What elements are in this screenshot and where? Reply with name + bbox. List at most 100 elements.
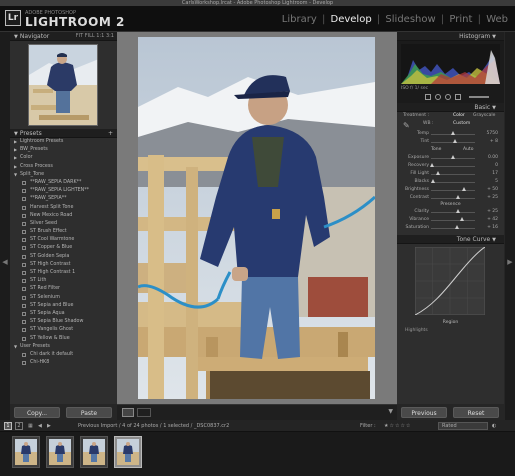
preset-item[interactable]: ST Copper & Blue bbox=[10, 244, 117, 252]
preset-folder[interactable]: ▶ Cross Process bbox=[10, 163, 117, 171]
preset-item[interactable]: ST High Contrast bbox=[10, 261, 117, 269]
vibrance-slider[interactable] bbox=[431, 220, 475, 221]
clarity-slider-handle[interactable] bbox=[456, 209, 461, 213]
preset-item[interactable]: ST Brush Effect bbox=[10, 228, 117, 236]
tone-curve-graph[interactable] bbox=[415, 247, 485, 315]
blacks-slider-handle[interactable] bbox=[431, 179, 436, 183]
toolbar-menu-chevron-icon[interactable]: ▼ bbox=[388, 408, 393, 415]
preset-item[interactable]: ST Cool Warmtone bbox=[10, 236, 117, 244]
exposure-value[interactable]: 0.00 bbox=[482, 154, 498, 162]
filmstrip-thumbnail[interactable] bbox=[114, 436, 142, 468]
preset-folder[interactable]: ▶ BW_Presets bbox=[10, 146, 117, 154]
navigator-header[interactable]: ▼ Navigator FIT FILL 1:1 3:1 bbox=[10, 32, 117, 41]
contrast-slider[interactable] bbox=[431, 198, 475, 199]
preset-item[interactable]: ST Red Filter bbox=[10, 285, 117, 293]
module-print[interactable]: Print bbox=[448, 14, 473, 25]
brightness-slider-handle[interactable] bbox=[462, 187, 466, 191]
temp-value[interactable]: 5750 bbox=[482, 130, 498, 138]
previous-button[interactable]: Previous bbox=[401, 407, 447, 418]
loupe-view-icon[interactable] bbox=[122, 408, 134, 417]
filter-switch-icon[interactable]: ◐ bbox=[492, 420, 496, 432]
eyedropper-icon[interactable]: ✎ bbox=[403, 122, 410, 130]
tint-slider-handle[interactable] bbox=[453, 139, 458, 143]
preset-item[interactable]: ST Sepia and Blue bbox=[10, 302, 117, 310]
filmstrip-source[interactable]: Previous Import / 4 of 24 photos / 1 sel… bbox=[78, 420, 229, 432]
fill-light-value[interactable]: 17 bbox=[482, 170, 498, 178]
graduated-filter-icon[interactable] bbox=[455, 94, 461, 100]
treatment-grayscale[interactable]: Grayscale bbox=[473, 112, 495, 120]
tint-value[interactable]: + 8 bbox=[482, 138, 498, 146]
preset-folder[interactable]: ▶ Color bbox=[10, 154, 117, 162]
module-web[interactable]: Web bbox=[485, 14, 509, 25]
saturation-slider[interactable] bbox=[431, 228, 475, 229]
vibrance-slider-handle[interactable] bbox=[460, 217, 465, 221]
preset-item[interactable]: **RAW_SEPIA DARK** bbox=[10, 179, 117, 187]
preset-item[interactable]: New Mexico Road bbox=[10, 212, 117, 220]
preset-item[interactable]: ST Sepia Blue Shadow bbox=[10, 318, 117, 326]
preset-folder[interactable]: ▼ Split_Tone bbox=[10, 171, 117, 179]
brightness-slider[interactable] bbox=[431, 190, 475, 191]
saturation-value[interactable]: + 16 bbox=[482, 224, 498, 232]
back-arrow-icon[interactable]: ◀ bbox=[38, 420, 42, 432]
copy-button[interactable]: Copy... bbox=[14, 407, 60, 418]
rating-filter-stars-icon[interactable]: ★☆☆☆☆ bbox=[384, 420, 411, 432]
recovery-value[interactable]: 0 bbox=[482, 162, 498, 170]
preset-item[interactable]: Chi-HK8 bbox=[10, 359, 117, 367]
grid-view-icon[interactable]: ▦ bbox=[28, 420, 33, 432]
filmstrip-thumbnail[interactable] bbox=[12, 436, 40, 468]
preset-item[interactable]: ST High Contrast 1 bbox=[10, 269, 117, 277]
module-library[interactable]: Library bbox=[281, 14, 318, 25]
treatment-color[interactable]: Color bbox=[453, 112, 465, 120]
module-develop[interactable]: Develop bbox=[330, 14, 373, 25]
filmstrip-thumbnail[interactable] bbox=[46, 436, 74, 468]
preset-item[interactable]: Harvest Split Tone bbox=[10, 204, 117, 212]
page-1-button[interactable]: 1 bbox=[4, 422, 12, 430]
auto-tone-button[interactable]: Auto bbox=[463, 146, 473, 154]
adjustment-brush-icon[interactable] bbox=[469, 96, 489, 98]
paste-button[interactable]: Paste bbox=[66, 407, 112, 418]
temp-slider-handle[interactable] bbox=[451, 131, 455, 135]
recovery-slider[interactable] bbox=[431, 166, 475, 167]
fill-light-slider-handle[interactable] bbox=[436, 171, 441, 175]
navigator-zoom-options[interactable]: FIT FILL 1:1 3:1 bbox=[76, 32, 114, 41]
recovery-slider-handle[interactable] bbox=[429, 163, 434, 167]
blacks-slider[interactable] bbox=[431, 182, 475, 183]
preset-item[interactable]: ST Yellow & Blue bbox=[10, 335, 117, 343]
wb-dropdown[interactable]: Custom bbox=[453, 120, 470, 128]
basic-header[interactable]: Basic ▼ bbox=[397, 103, 504, 112]
clarity-value[interactable]: + 25 bbox=[482, 208, 498, 216]
navigator-preview[interactable] bbox=[28, 44, 98, 126]
tone-curve-header[interactable]: Tone Curve ▼ bbox=[397, 235, 504, 244]
rated-dropdown[interactable]: Rated bbox=[438, 422, 488, 430]
preset-item[interactable]: ST Golden Sepia bbox=[10, 253, 117, 261]
presets-header[interactable]: ▼ Presets + bbox=[10, 129, 117, 138]
forward-arrow-icon[interactable]: ▶ bbox=[47, 420, 51, 432]
add-preset-icon[interactable]: + bbox=[108, 129, 113, 138]
contrast-slider-handle[interactable] bbox=[456, 195, 461, 199]
brightness-value[interactable]: + 50 bbox=[482, 186, 498, 194]
preset-item[interactable]: ST Selenium bbox=[10, 294, 117, 302]
preset-item[interactable]: **RAW_SEPIA** bbox=[10, 195, 117, 203]
exposure-slider-handle[interactable] bbox=[451, 155, 455, 159]
preset-item[interactable]: ST Lith bbox=[10, 277, 117, 285]
reset-button[interactable]: Reset bbox=[453, 407, 499, 418]
preset-folder[interactable]: ▶ Lightroom Presets bbox=[10, 138, 117, 146]
preset-item[interactable]: Silver Seed bbox=[10, 220, 117, 228]
image-canvas[interactable] bbox=[117, 32, 397, 404]
blacks-value[interactable]: 5 bbox=[482, 178, 498, 186]
before-after-icon[interactable] bbox=[137, 408, 151, 417]
histogram-header[interactable]: Histogram ▼ bbox=[397, 32, 504, 41]
left-panel-toggle[interactable]: ◀ bbox=[0, 32, 10, 420]
saturation-slider-handle[interactable] bbox=[454, 225, 459, 229]
preset-item[interactable]: **RAW_SEPIA LIGHTEN** bbox=[10, 187, 117, 195]
clarity-slider[interactable] bbox=[431, 212, 475, 213]
filmstrip-thumbnail[interactable] bbox=[80, 436, 108, 468]
preset-folder[interactable]: ▼ User Presets bbox=[10, 343, 117, 351]
vibrance-value[interactable]: + 42 bbox=[482, 216, 498, 224]
preset-item[interactable]: ST Sepia Aqua bbox=[10, 310, 117, 318]
page-2-button[interactable]: 2 bbox=[15, 422, 23, 430]
red-eye-icon[interactable] bbox=[445, 94, 451, 100]
module-slideshow[interactable]: Slideshow bbox=[384, 14, 436, 25]
crop-tool-icon[interactable] bbox=[425, 94, 431, 100]
preset-item[interactable]: ST Vangelis Ghost bbox=[10, 326, 117, 334]
